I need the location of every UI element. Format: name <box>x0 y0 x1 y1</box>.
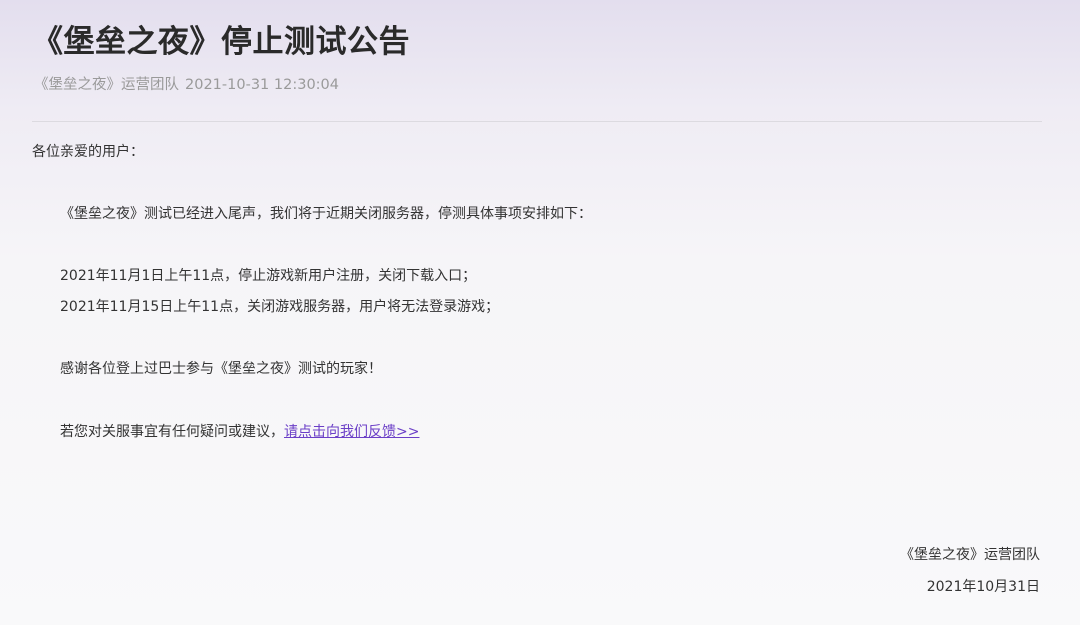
schedule-item-1: 2021年11月1日上午11点，停止游戏新用户注册，关闭下载入口； <box>60 268 477 284</box>
feedback-link[interactable]: 请点击向我们反馈>> <box>284 424 419 440</box>
intro-paragraph: 《堡垒之夜》测试已经进入尾声，我们将于近期关闭服务器，停测具体事项安排如下： <box>60 206 592 222</box>
schedule-item-2: 2021年11月15日上午11点，关闭游戏服务器，用户将无法登录游戏； <box>60 299 500 315</box>
page-title: 《堡垒之夜》停止测试公告 <box>32 24 410 60</box>
article-header: 《堡垒之夜》停止测试公告 《堡垒之夜》运营团队 2021-10-31 12:30:… <box>0 0 1080 122</box>
contact-paragraph: 若您对关服事宜有任何疑问或建议，请点击向我们反馈>> <box>60 421 419 441</box>
signature-team: 《堡垒之夜》运营团队 <box>900 547 1040 563</box>
publish-datetime: 2021-10-31 12:30:04 <box>185 77 339 93</box>
thanks-paragraph: 感谢各位登上过巴士参与《堡垒之夜》测试的玩家！ <box>60 361 382 377</box>
header-divider <box>32 121 1042 122</box>
article-meta: 《堡垒之夜》运营团队 2021-10-31 12:30:04 <box>34 73 339 94</box>
author-name: 《堡垒之夜》运营团队 <box>34 77 179 93</box>
contact-text: 若您对关服事宜有任何疑问或建议， <box>60 424 284 440</box>
signature-date: 2021年10月31日 <box>926 579 1040 595</box>
greeting-text: 各位亲爱的用户： <box>32 144 144 160</box>
